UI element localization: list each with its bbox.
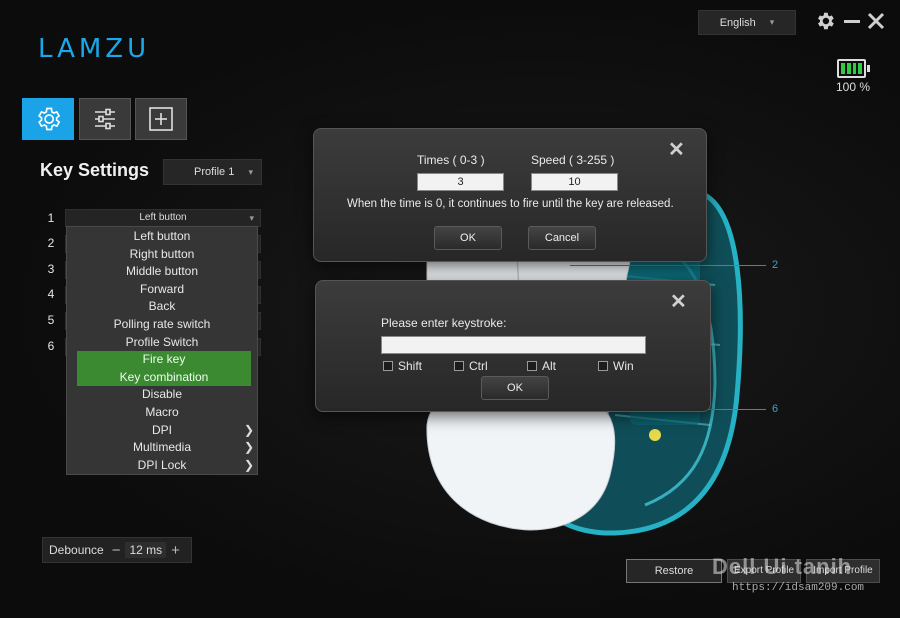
dropdown-item-label: DPI [151,422,172,437]
language-value: English [719,16,756,29]
tab-settings[interactable] [22,98,74,140]
alt-checkbox[interactable]: Alt [527,359,556,373]
callout-6: 6 [772,403,779,415]
fire-key-dialog: ✕ Times ( 0-3 ) Speed ( 3-255 ) When the… [313,128,707,262]
dropdown-item-dpi[interactable]: DPI ❯ [67,422,257,440]
dropdown-item-disable[interactable]: Disable [67,386,257,404]
key-select-value: Left button [139,212,187,223]
battery-percent: 100 % [835,80,871,94]
dropdown-item-profile-switch[interactable]: Profile Switch [67,334,257,352]
debounce-label: Debounce [49,543,104,557]
dropdown-item-label: DPI Lock [137,457,187,472]
tab-macro[interactable] [135,98,187,140]
lamzu-logo: LAMZU [38,34,151,64]
dropdown-item-key-combination[interactable]: Key combination [77,368,251,387]
shift-checkbox[interactable]: Shift [383,359,422,373]
dropdown-item-back[interactable]: Back [67,298,257,316]
key-select-1[interactable]: Left button ▾ [65,209,261,227]
times-input[interactable] [417,173,504,191]
callout-line [570,265,766,266]
submenu-arrow-icon: ❯ [243,422,254,437]
dropdown-item-macro[interactable]: Macro [67,404,257,422]
sliders-icon [95,108,115,130]
submenu-arrow-icon: ❯ [243,440,254,455]
speed-input[interactable] [531,173,618,191]
chevron-down-icon: ▾ [769,17,775,27]
close-icon[interactable] [865,10,887,32]
dropdown-item-middle-button[interactable]: Middle button [67,263,257,281]
dropdown-item-polling-rate[interactable]: Polling rate switch [67,316,257,334]
chevron-down-icon: ▾ [248,166,253,177]
checkbox-label: Shift [398,359,423,373]
checkbox-label: Win [613,359,634,373]
fire-ok-button[interactable]: OK [434,226,502,250]
app-window: LAMZU English ▾ 100 % Key Settings Profi… [0,0,900,618]
dropdown-item-label: Multimedia [132,440,192,455]
watermark: Dell Ui tanih https://idsam209.com [712,552,892,600]
gear-icon [38,107,61,131]
keystroke-ok-button[interactable]: OK [481,376,549,400]
battery-icon [837,59,870,78]
watermark-url: https://idsam209.com [732,582,865,594]
checkbox-box [454,361,464,371]
dropdown-item-forward[interactable]: Forward [67,281,257,299]
ctrl-checkbox[interactable]: Ctrl [454,359,488,373]
keystroke-input[interactable] [381,336,646,354]
checkbox-box [598,361,608,371]
checkbox-box [527,361,537,371]
checkbox-label: Ctrl [469,359,488,373]
row-number: 1 [47,211,55,225]
fire-note: When the time is 0, it continues to fire… [347,198,674,210]
language-select[interactable]: English ▾ [698,10,796,35]
dropdown-item-dpi-lock[interactable]: DPI Lock ❯ [67,457,257,475]
row-number: 2 [47,236,55,250]
profile-value: Profile 1 [194,166,235,178]
submenu-arrow-icon: ❯ [243,457,254,472]
debounce-value: 12 ms [125,542,167,558]
plus-icon[interactable]: + [171,542,180,559]
tab-performance[interactable] [79,98,131,140]
checkbox-box [383,361,393,371]
callout-2: 2 [772,259,779,271]
callout-line [700,409,766,410]
watermark-title: Dell Ui tanih [712,554,853,579]
debounce-control: Debounce − 12 ms + [42,537,192,563]
keystroke-prompt: Please enter keystroke: [381,316,507,330]
profile-select[interactable]: Profile 1 ▾ [163,159,262,185]
page-title: Key Settings [40,160,150,180]
plus-box-icon [149,107,173,131]
dropdown-item-left-button[interactable]: Left button [67,228,257,246]
close-icon[interactable]: ✕ [668,137,685,162]
close-icon[interactable]: ✕ [670,289,687,314]
minus-icon[interactable]: − [112,542,121,559]
minimize-icon[interactable] [841,10,863,32]
dropdown-item-multimedia[interactable]: Multimedia ❯ [67,439,257,457]
restore-button[interactable]: Restore [626,559,722,583]
key-function-dropdown: Left button Right button Middle button F… [66,226,258,475]
win-checkbox[interactable]: Win [598,359,634,373]
row-number: 3 [47,262,55,276]
fire-cancel-button[interactable]: Cancel [528,226,596,250]
row-number: 5 [47,313,55,327]
row-number: 4 [47,287,55,301]
row-number: 6 [47,339,55,353]
times-label: Times ( 0-3 ) [417,153,485,167]
dropdown-item-right-button[interactable]: Right button [67,246,257,264]
speed-label: Speed ( 3-255 ) [531,153,615,167]
keystroke-dialog: ✕ Please enter keystroke: Shift Ctrl Alt… [315,280,711,412]
settings-gear-icon[interactable] [814,10,836,32]
dropdown-item-fire-key[interactable]: Fire key [77,351,251,369]
chevron-down-icon: ▾ [249,213,254,223]
checkbox-label: Alt [542,359,557,373]
